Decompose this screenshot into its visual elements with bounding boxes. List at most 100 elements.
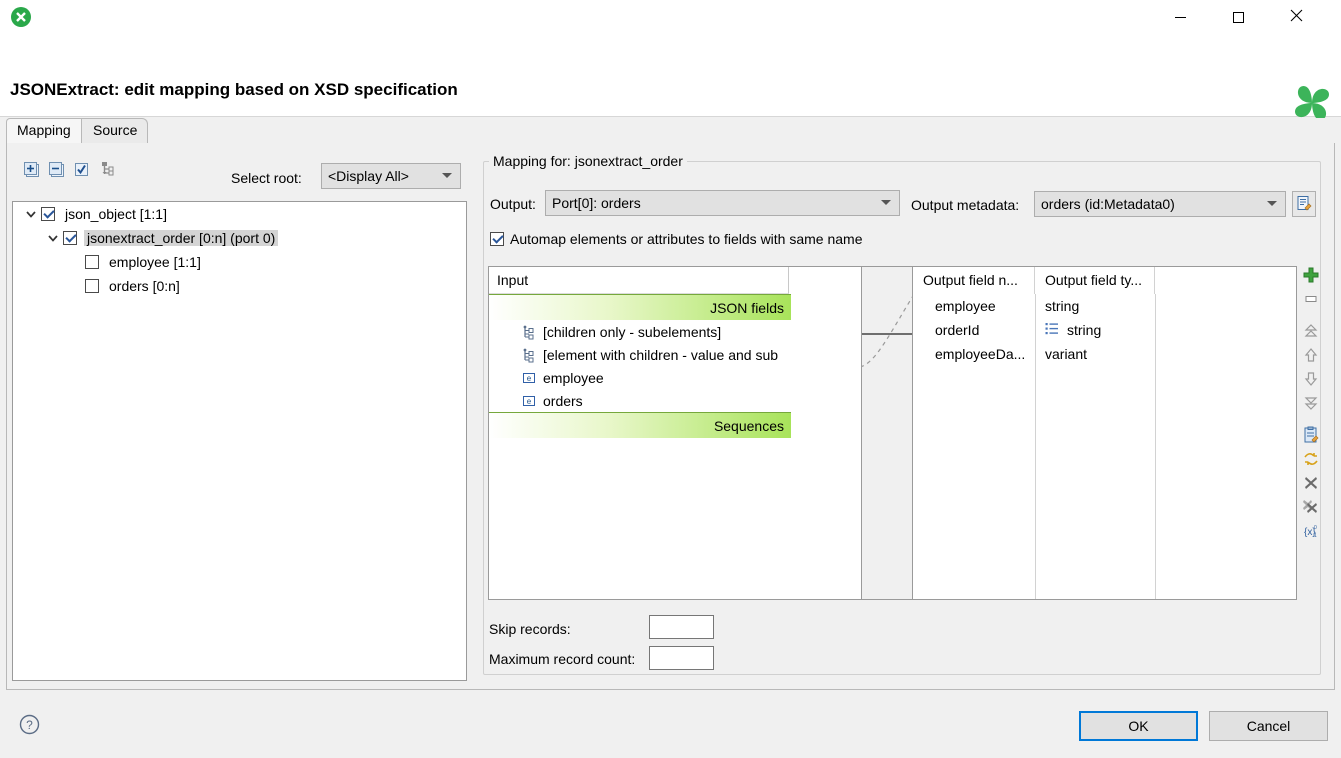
select-all-icon[interactable] [73, 161, 90, 178]
input-fields-panel[interactable]: Input JSON fields [children only - subel… [488, 266, 862, 600]
skip-records-label: Skip records: [489, 621, 571, 637]
tree-row[interactable]: jsonextract_order [0:n] (port 0) [13, 226, 466, 250]
automap-checkbox-row[interactable]: Automap elements or attributes to fields… [490, 231, 863, 247]
formula-icon[interactable]: {x} 0 1 [1302, 522, 1322, 542]
mapping-connector-area [862, 266, 914, 600]
tab-mapping[interactable]: Mapping [6, 118, 82, 143]
edit-clipboard-icon[interactable] [1302, 426, 1322, 446]
mapping-group-title: Mapping for: jsonextract_order [489, 153, 687, 169]
tree-checkbox[interactable] [63, 231, 77, 245]
select-root-dropdown[interactable]: <Display All> [321, 163, 461, 189]
subelements-icon [521, 324, 537, 340]
output-field-name: orderId [913, 322, 1035, 338]
move-up-icon[interactable] [1302, 346, 1322, 366]
input-row-label: [children only - subelements] [543, 324, 721, 340]
dialog-header: JSONExtract: edit mapping based on XSD s… [0, 34, 1341, 117]
select-root-label: Select root: [231, 170, 302, 186]
rectangle-icon[interactable] [1302, 290, 1322, 310]
tree-row-label: orders [0:n] [106, 278, 183, 294]
edit-metadata-icon [1296, 195, 1312, 214]
output-metadata-value: orders (id:Metadata0) [1041, 196, 1175, 212]
tree-toolbar [23, 157, 118, 181]
tab-mapping-label: Mapping [17, 122, 71, 138]
dialog-window: JSONExtract: edit mapping based on XSD s… [0, 0, 1341, 758]
tree-row[interactable]: employee [1:1] [13, 250, 466, 274]
max-record-count-input[interactable] [649, 646, 714, 670]
input-row-label: [element with children - value and sub [543, 347, 778, 363]
delete-icon[interactable] [1302, 474, 1322, 494]
input-row[interactable]: e employee [489, 366, 861, 389]
output-row[interactable]: orderId string [913, 318, 1296, 342]
output-metadata-dropdown[interactable]: orders (id:Metadata0) [1034, 191, 1286, 217]
tree-checkbox[interactable] [41, 207, 55, 221]
output-fields-panel[interactable]: Output field n... Output field ty... emp… [912, 266, 1297, 600]
skip-records-input[interactable] [649, 615, 714, 639]
output-label: Output: [490, 196, 536, 212]
move-down-icon[interactable] [1302, 370, 1322, 390]
input-group-header-sequences: Sequences [489, 412, 791, 438]
output-dropdown[interactable]: Port[0]: orders [545, 190, 900, 216]
output-col-name-header[interactable]: Output field n... [913, 267, 1035, 294]
page-title: JSONExtract: edit mapping based on XSD s… [10, 80, 458, 100]
tab-source[interactable]: Source [78, 118, 148, 143]
tree-spacer [67, 254, 83, 270]
chevron-down-icon [442, 173, 452, 178]
add-icon[interactable] [1302, 266, 1322, 286]
max-record-count-label: Maximum record count: [489, 651, 635, 667]
tree-row-label: jsonextract_order [0:n] (port 0) [84, 230, 278, 246]
delete-all-icon[interactable] [1302, 498, 1322, 518]
tree-checkbox[interactable] [85, 255, 99, 269]
minimize-button[interactable] [1157, 0, 1203, 34]
output-col-type-header[interactable]: Output field ty... [1035, 267, 1155, 294]
output-field-type: variant [1035, 346, 1155, 362]
minimize-icon [1175, 17, 1186, 18]
move-top-icon[interactable] [1302, 322, 1322, 342]
output-column-headers: Output field n... Output field ty... [913, 267, 1296, 294]
maximize-button[interactable] [1215, 0, 1261, 34]
maximize-icon [1233, 12, 1244, 23]
input-row[interactable]: e orders [489, 389, 861, 412]
output-row[interactable]: employee string [913, 294, 1296, 318]
cancel-button[interactable]: Cancel [1209, 711, 1328, 741]
collapse-all-icon[interactable] [48, 161, 65, 178]
list-icon [1045, 322, 1061, 338]
input-group-header-json-fields: JSON fields [489, 294, 791, 320]
ok-button[interactable]: OK [1079, 711, 1198, 741]
output-col-extra-header[interactable] [1155, 267, 1296, 294]
output-metadata-label: Output metadata: [911, 197, 1019, 213]
mapping-link-curve [862, 267, 914, 601]
tree-row[interactable]: json_object [1:1] [13, 202, 466, 226]
chevron-down-icon [1267, 201, 1277, 206]
tree-row[interactable]: orders [0:n] [13, 274, 466, 298]
input-row-label: orders [543, 393, 583, 409]
output-field-name: employeeDa... [913, 346, 1035, 362]
output-field-type-cell: string [1035, 322, 1155, 338]
title-bar [0, 0, 1341, 34]
output-value: Port[0]: orders [552, 195, 641, 211]
element-icon: e [521, 370, 537, 386]
output-row[interactable]: employeeDa... variant [913, 342, 1296, 366]
input-column-header[interactable]: Input [489, 267, 789, 294]
input-row[interactable]: [children only - subelements] [489, 320, 861, 343]
tab-source-label: Source [93, 122, 137, 138]
chevron-down-icon [881, 200, 891, 205]
help-icon[interactable]: ? [19, 714, 40, 735]
tree-checkbox[interactable] [85, 279, 99, 293]
svg-text:0: 0 [1314, 525, 1317, 531]
expand-all-icon[interactable] [23, 161, 40, 178]
tree-structure-icon[interactable] [98, 161, 115, 178]
edit-metadata-button[interactable] [1292, 191, 1316, 217]
svg-text:e: e [527, 397, 532, 406]
automap-checkbox[interactable] [490, 232, 504, 246]
ok-button-label: OK [1128, 718, 1148, 734]
close-button[interactable] [1273, 0, 1319, 34]
move-bottom-icon[interactable] [1302, 394, 1322, 414]
swap-icon[interactable] [1302, 450, 1322, 470]
element-icon: e [521, 393, 537, 409]
mapping-tree[interactable]: json_object [1:1] jsonextract_order [0:n… [12, 201, 467, 681]
input-row-label: employee [543, 370, 604, 386]
chevron-down-icon[interactable] [23, 206, 39, 222]
output-field-type: string [1035, 298, 1155, 314]
chevron-down-icon[interactable] [45, 230, 61, 246]
input-row[interactable]: [element with children - value and sub [489, 343, 861, 366]
